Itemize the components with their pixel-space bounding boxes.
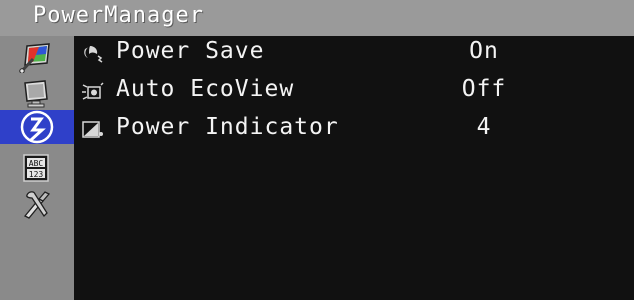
tools-settings-icon [23, 191, 51, 219]
power-manager-icon [20, 110, 54, 144]
window-title: PowerManager [33, 3, 204, 28]
menu-row-label: Power Indicator [116, 114, 339, 140]
screen-monitor-icon [24, 80, 48, 108]
sidebar: ABC 123 [0, 36, 74, 300]
menu-row-value: Off [461, 76, 507, 102]
svg-text:123: 123 [29, 170, 44, 179]
menu-row-label: Auto EcoView [116, 76, 295, 102]
sidebar-item-tools[interactable] [14, 188, 58, 220]
menu-content-panel: Power Save On Auto EcoView Off Power Ind… [74, 36, 634, 300]
menu-row-value: On [469, 38, 499, 64]
menu-row-power-save[interactable]: Power Save On [74, 36, 634, 72]
sidebar-item-language[interactable]: ABC 123 [14, 152, 58, 184]
power-indicator-icon [82, 121, 103, 138]
color-adjust-icon [19, 43, 50, 73]
osd-menu-window: PowerManager ABC 123 Power Save On Auto … [0, 0, 634, 300]
sidebar-item-power-manager[interactable] [0, 110, 74, 144]
svg-text:ABC: ABC [29, 159, 44, 168]
title-bar: PowerManager [0, 0, 634, 36]
sidebar-item-screen[interactable] [14, 78, 58, 110]
language-abc-123-icon: ABC 123 [23, 154, 49, 182]
power-save-icon [84, 46, 103, 63]
menu-row-value: 4 [476, 114, 492, 140]
menu-row-label: Power Save [116, 38, 265, 64]
auto-ecoview-icon [82, 82, 104, 100]
menu-row-power-indicator[interactable]: Power Indicator 4 [74, 112, 634, 148]
sidebar-item-color[interactable] [14, 42, 58, 74]
menu-row-auto-ecoview[interactable]: Auto EcoView Off [74, 74, 634, 110]
